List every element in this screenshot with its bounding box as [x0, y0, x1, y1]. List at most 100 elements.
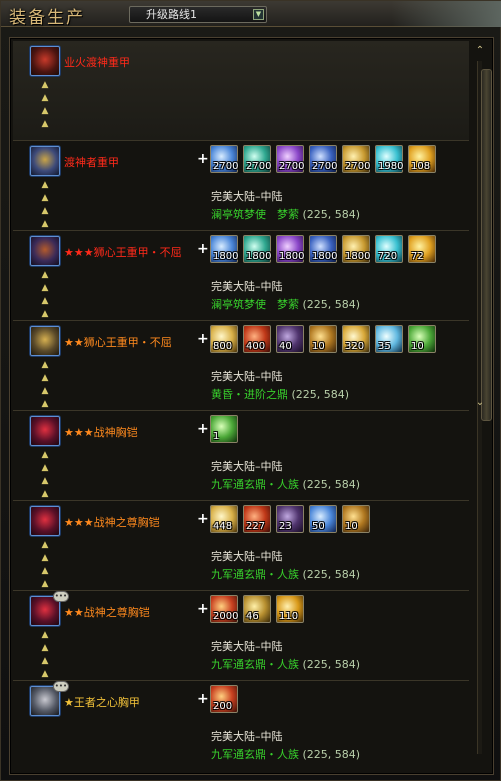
dark-wing-icon[interactable]: 40	[276, 325, 304, 353]
blue-sphere-icon[interactable]: 2700	[210, 145, 238, 173]
item-name[interactable]: ★★★战神之尊胸铠	[64, 514, 160, 530]
material-count: 1800	[246, 251, 272, 262]
coordinates-link[interactable]: (225, 584)	[303, 298, 361, 311]
golden-flame-icon[interactable]: 108	[408, 145, 436, 173]
item-name[interactable]: ★★★战神胸铠	[64, 424, 138, 440]
golden-flame-icon[interactable]: 72	[408, 235, 436, 263]
scrollbar[interactable]: ⌃ ⌄	[471, 45, 492, 772]
npc-location[interactable]: 九军通玄鼎・人族 (225, 584)	[211, 476, 360, 492]
coordinates-link[interactable]: (225, 584)	[303, 208, 361, 221]
npc-name-link[interactable]: 澜亭筑梦使 梦萦	[211, 208, 299, 221]
red-gold-pot-icon[interactable]: 200	[210, 685, 238, 713]
material-count: 448	[213, 521, 233, 532]
crimson-war-armor-icon[interactable]	[30, 506, 60, 536]
blue-sphere-icon[interactable]: 50	[309, 505, 337, 533]
chevron-down-icon[interactable]: ▼	[253, 9, 264, 20]
material-count: 1800	[213, 251, 239, 262]
window-title: 装备生产	[9, 8, 85, 28]
item-name[interactable]: 渡神者重甲	[64, 154, 119, 170]
upgrade-step: ••• ★★战神之尊胸铠 ▲ ▲ ▲ ▲ +2000 46 110 完美大陆–中陆 九军通玄鼎・人族…	[13, 591, 469, 681]
material-count: 2700	[345, 161, 371, 172]
blue-crystal-icon[interactable]: 2700	[309, 145, 337, 173]
plus-icon: +	[197, 511, 209, 527]
npc-name-link[interactable]: 九军通玄鼎・人族	[211, 658, 299, 671]
teal-orb-icon[interactable]: 1800	[243, 235, 271, 263]
purple-gem-icon[interactable]: 1800	[276, 235, 304, 263]
blue-sphere-icon[interactable]: 1800	[210, 235, 238, 263]
material-count: 2000	[213, 611, 239, 622]
scroll-thumb[interactable]	[481, 69, 492, 421]
red-gold-pot-icon[interactable]: 2000	[210, 595, 238, 623]
crimson-war-armor-icon[interactable]	[30, 416, 60, 446]
red-armor-icon[interactable]	[30, 46, 60, 76]
green-beast-icon[interactable]: 10	[408, 325, 436, 353]
plus-icon: +	[197, 241, 209, 257]
yellow-scroll-icon[interactable]: 448	[210, 505, 238, 533]
npc-name-link[interactable]: 黄昏・进阶之鼎	[211, 388, 288, 401]
moon-gold-icon[interactable]: 320	[342, 325, 370, 353]
upgrade-step: ★★★战神胸铠 ▲ ▲ ▲ ▲ +1 完美大陆–中陆 九军通玄鼎・人族 (225, 584)	[13, 411, 469, 501]
item-name[interactable]: ★王者之心胸甲	[64, 694, 140, 710]
coordinates-link[interactable]: (225, 584)	[303, 478, 361, 491]
npc-name-link[interactable]: 九军通玄鼎・人族	[211, 478, 299, 491]
scroll-up-icon[interactable]: ⌃	[474, 45, 486, 57]
material-count: 10	[312, 341, 325, 352]
coordinates-link[interactable]: (225, 584)	[292, 388, 350, 401]
chevron-up-icon: ▲	[41, 119, 49, 129]
silver-armor-icon[interactable]: •••	[30, 681, 69, 716]
item-name[interactable]: 业火渡神重甲	[64, 54, 130, 70]
dark-wing-icon[interactable]: 23	[276, 505, 304, 533]
gold-pouch-icon[interactable]: 10	[342, 505, 370, 533]
npc-name-link[interactable]: 澜亭筑梦使 梦萦	[211, 298, 299, 311]
upgrade-step: 业火渡神重甲 ▲ ▲ ▲ ▲	[13, 41, 469, 141]
material-count: 1980	[378, 161, 404, 172]
chat-bubble-icon: •••	[53, 591, 69, 602]
upgrade-path-list: 业火渡神重甲 ▲ ▲ ▲ ▲ 渡神者重甲 ▲ ▲ ▲ ▲ +2700 2700 2700 2700 2700…	[13, 41, 469, 773]
chevron-up-icon: ▲	[41, 553, 49, 563]
npc-location[interactable]: 九军通玄鼎・人族 (225, 584)	[211, 566, 360, 582]
plus-icon: +	[197, 601, 209, 617]
item-name[interactable]: ★★狮心王重甲・不屈	[64, 334, 172, 350]
green-beast-icon[interactable]: 1	[210, 415, 238, 443]
coordinates-link[interactable]: (225, 584)	[303, 748, 361, 761]
chevron-up-icon: ▲	[41, 180, 49, 190]
npc-location[interactable]: 澜亭筑梦使 梦萦 (225, 584)	[211, 296, 360, 312]
npc-name-link[interactable]: 九军通玄鼎・人族	[211, 568, 299, 581]
lion-armor-gold-icon[interactable]	[30, 326, 60, 356]
cyan-flower-icon[interactable]: 720	[375, 235, 403, 263]
scroll-down-icon[interactable]: ⌄	[474, 397, 486, 409]
npc-location[interactable]: 澜亭筑梦使 梦萦 (225, 584)	[211, 206, 360, 222]
npc-location[interactable]: 九军通玄鼎・人族 (225, 584)	[211, 746, 360, 762]
npc-name-link[interactable]: 九军通玄鼎・人族	[211, 748, 299, 761]
upgrade-route-dropdown[interactable]: 升级路线1 ▼	[129, 6, 267, 23]
ice-blade-icon[interactable]: 35	[375, 325, 403, 353]
npc-location[interactable]: 黄昏・进阶之鼎 (225, 584)	[211, 386, 349, 402]
gold-pillar-icon[interactable]: 46	[243, 595, 271, 623]
coordinates-link[interactable]: (225, 584)	[303, 568, 361, 581]
gold-pouch-icon[interactable]: 10	[309, 325, 337, 353]
gold-relic-icon[interactable]: 1800	[342, 235, 370, 263]
upgrade-step: 渡神者重甲 ▲ ▲ ▲ ▲ +2700 2700 2700 2700 2700 1980 108 完美大…	[13, 141, 469, 231]
lion-armor-icon[interactable]	[30, 236, 60, 266]
material-count: 108	[411, 161, 431, 172]
item-name[interactable]: ★★★狮心王重甲・不屈	[64, 244, 182, 260]
item-name[interactable]: ★★战神之尊胸铠	[64, 604, 150, 620]
npc-location[interactable]: 九军通玄鼎・人族 (225, 584)	[211, 656, 360, 672]
teal-orb-icon[interactable]: 2700	[243, 145, 271, 173]
crimson-war-armor-icon[interactable]: •••	[30, 591, 69, 626]
material-count: 110	[279, 611, 299, 622]
blue-crystal-icon[interactable]: 1800	[309, 235, 337, 263]
blue-gold-armor-icon[interactable]	[30, 146, 60, 176]
purple-gem-icon[interactable]: 2700	[276, 145, 304, 173]
gold-gourd-icon[interactable]: 110	[276, 595, 304, 623]
red-flame-icon[interactable]: 227	[243, 505, 271, 533]
gold-relic-icon[interactable]: 2700	[342, 145, 370, 173]
chevron-up-icon: ▲	[41, 669, 49, 679]
material-count: 800	[213, 341, 233, 352]
red-flame-icon[interactable]: 400	[243, 325, 271, 353]
chevron-up-icon: ▲	[41, 360, 49, 370]
cyan-flower-icon[interactable]: 1980	[375, 145, 403, 173]
yellow-scroll-icon[interactable]: 800	[210, 325, 238, 353]
coordinates-link[interactable]: (225, 584)	[303, 658, 361, 671]
region-label: 完美大陆–中陆	[211, 640, 283, 653]
